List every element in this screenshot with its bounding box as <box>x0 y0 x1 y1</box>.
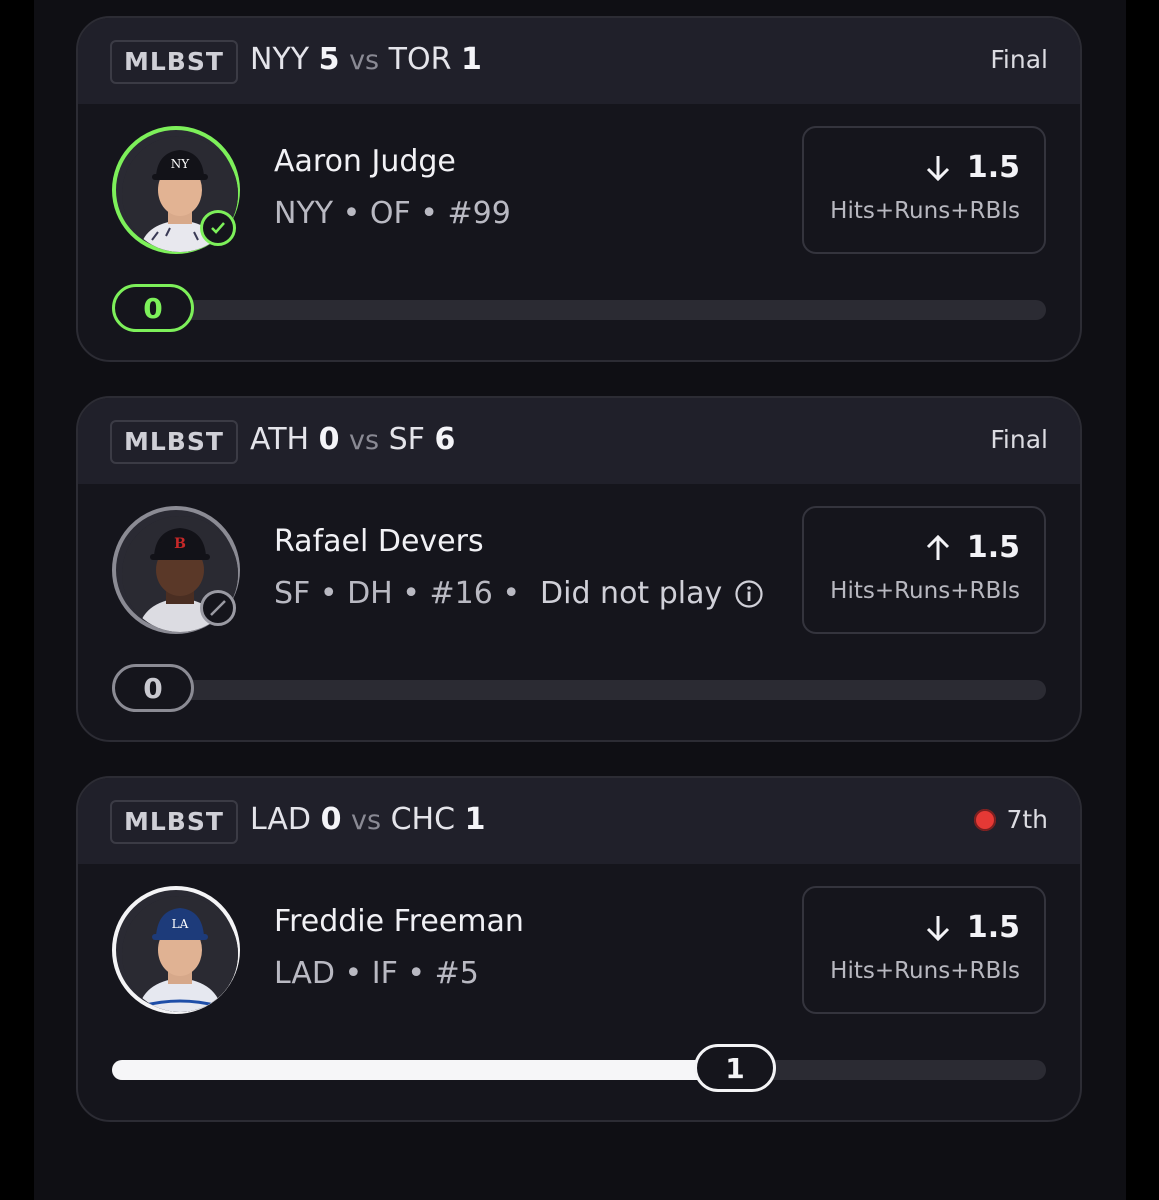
status-text: Final <box>990 425 1048 454</box>
player-name: Rafael Devers <box>274 524 484 559</box>
game-status: 7th <box>974 800 1048 840</box>
player-section: NY Aaron Judge NYY • OF • #99 1.5 Hits+R… <box>78 104 1080 360</box>
line-value: 1.5 <box>966 530 1020 565</box>
player-meta: LAD • IF • #5 <box>274 956 479 991</box>
up-arrow-icon <box>926 534 949 560</box>
svg-text:B: B <box>174 536 186 552</box>
pick-card-aaron-judge[interactable]: MLBST NYY 5 vs TOR 1 Final NY Aaron Judg… <box>76 16 1082 362</box>
svg-text:NY: NY <box>171 157 191 171</box>
progress-value: 0 <box>112 664 194 712</box>
progress-fill <box>112 1060 735 1080</box>
stat-category: Hits+Runs+RBIs <box>830 958 1020 984</box>
home-team: LAD <box>250 802 312 837</box>
line-value: 1.5 <box>966 910 1020 945</box>
pick-line-box[interactable]: 1.5 Hits+Runs+RBIs <box>802 126 1046 254</box>
home-score: 0 <box>318 422 340 457</box>
line-value: 1.5 <box>966 150 1020 185</box>
status-text: Final <box>990 45 1048 74</box>
game-header: MLBST LAD 0 vs CHC 1 7th <box>78 778 1080 864</box>
away-score: 1 <box>464 802 486 837</box>
player-meta-text: NYY • OF • #99 <box>274 196 511 231</box>
pick-line-box[interactable]: 1.5 Hits+Runs+RBIs <box>802 506 1046 634</box>
stat-category: Hits+Runs+RBIs <box>830 578 1020 604</box>
game-header: MLBST NYY 5 vs TOR 1 Final <box>78 18 1080 104</box>
pick-line: 1.5 <box>923 530 1020 565</box>
away-score: 6 <box>434 422 456 457</box>
pick-card-freddie-freeman[interactable]: MLBST LAD 0 vs CHC 1 7th LA Freddie Free… <box>76 776 1082 1122</box>
progress-value: 1 <box>693 1044 776 1092</box>
pick-line: 1.5 <box>923 150 1020 185</box>
player-meta: NYY • OF • #99 <box>274 196 511 231</box>
down-arrow-icon <box>926 155 949 181</box>
league-badge: MLBST <box>110 40 238 84</box>
league-badge: MLBST <box>110 800 238 844</box>
status-note: Did not play <box>540 576 723 611</box>
svg-text:LA: LA <box>172 917 189 931</box>
game-status: Final <box>990 420 1048 460</box>
game-score: LAD 0 vs CHC 1 <box>250 800 485 841</box>
pick-card-rafael-devers[interactable]: MLBST ATH 0 vs SF 6 Final B Rafael Dever… <box>76 396 1082 742</box>
player-name: Aaron Judge <box>274 144 456 179</box>
player-avatar[interactable]: LA <box>112 886 240 1014</box>
progress-track: 0 <box>112 284 1046 332</box>
pick-line-box[interactable]: 1.5 Hits+Runs+RBIs <box>802 886 1046 1014</box>
status-text: 7th <box>1006 805 1048 834</box>
check-icon <box>200 210 236 246</box>
player-section: LA Freddie Freeman LAD • IF • #5 1.5 Hit… <box>78 864 1080 1120</box>
vs-label: vs <box>349 45 380 76</box>
player-avatar[interactable]: NY <box>112 126 240 254</box>
game-status: Final <box>990 40 1048 80</box>
player-section: B Rafael Devers SF • DH • #16 • Did not … <box>78 484 1080 740</box>
home-score: 5 <box>318 42 340 77</box>
home-score: 0 <box>320 802 342 837</box>
away-team: CHC <box>390 802 456 837</box>
player-meta-text: LAD • IF • #5 <box>274 956 479 991</box>
live-indicator-icon <box>974 809 997 831</box>
progress-track: 0 <box>112 664 1046 712</box>
game-score: NYY 5 vs TOR 1 <box>250 40 482 81</box>
progress-track: 1 <box>112 1044 1046 1092</box>
home-team: ATH <box>250 422 310 457</box>
pick-line: 1.5 <box>923 910 1020 945</box>
player-meta: SF • DH • #16 • Did not play <box>274 576 764 611</box>
did-not-play-note[interactable]: Did not play <box>540 576 764 611</box>
away-team: SF <box>388 422 425 457</box>
progress-value: 0 <box>112 284 194 332</box>
game-header: MLBST ATH 0 vs SF 6 Final <box>78 398 1080 484</box>
home-team: NYY <box>250 42 310 77</box>
game-score: ATH 0 vs SF 6 <box>250 420 455 461</box>
player-meta-text: SF • DH • #16 • <box>274 576 521 611</box>
player-name: Freddie Freeman <box>274 904 524 939</box>
no-entry-icon <box>200 590 236 626</box>
player-avatar[interactable]: B <box>112 506 240 634</box>
league-badge: MLBST <box>110 420 238 464</box>
stat-category: Hits+Runs+RBIs <box>830 198 1020 224</box>
down-arrow-icon <box>926 915 949 941</box>
vs-label: vs <box>349 425 380 456</box>
info-icon[interactable] <box>734 579 764 609</box>
away-team: TOR <box>388 42 452 77</box>
away-score: 1 <box>461 42 482 77</box>
player-photo: LA <box>122 896 238 1012</box>
vs-label: vs <box>351 805 382 836</box>
